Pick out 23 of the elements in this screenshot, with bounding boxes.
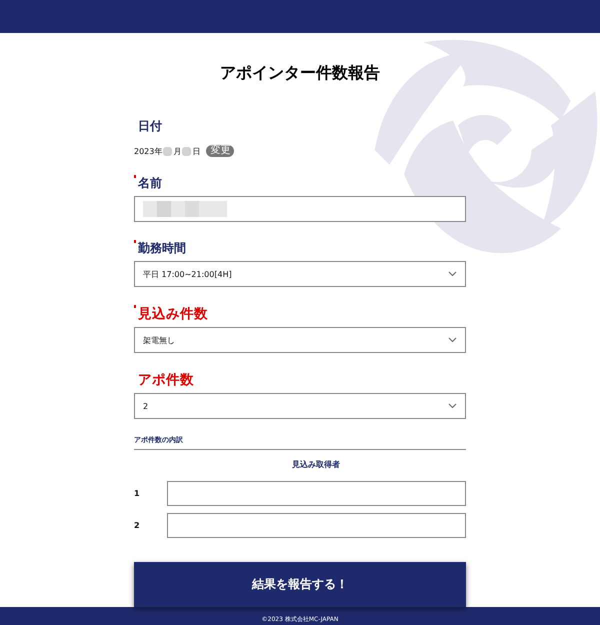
row-number: 2 xyxy=(134,521,141,530)
select-field[interactable]: 架電無し xyxy=(134,327,466,353)
input-field[interactable] xyxy=(167,481,466,506)
input-field[interactable] xyxy=(134,196,466,222)
select-field[interactable]: 平日 17:00~21:00[4H] xyxy=(134,261,466,287)
change-badge[interactable]: 変更 xyxy=(206,145,234,157)
submit-button[interactable]: 結果を報告する！ xyxy=(134,562,466,607)
field-label: 見込み件数 xyxy=(134,305,208,323)
chevron-down-icon xyxy=(448,337,457,343)
chevron-down-icon xyxy=(448,271,457,277)
field-label: 名前 xyxy=(134,175,162,192)
date-text: 月 xyxy=(173,146,182,156)
row-number: 1 xyxy=(134,489,141,498)
date-text: 日 xyxy=(192,146,200,156)
date-text: 2023年 xyxy=(134,146,162,156)
field-label: 日付 xyxy=(137,118,162,135)
select-field[interactable]: 2 xyxy=(134,393,466,419)
field-label: 勤務時間 xyxy=(134,240,186,257)
column-header: 見込み取得者 xyxy=(291,459,341,470)
chevron-down-icon xyxy=(448,403,457,409)
page-title: アポインター件数報告 xyxy=(219,63,381,84)
input-field[interactable] xyxy=(167,513,466,538)
field-label: アポ件数 xyxy=(137,371,194,389)
